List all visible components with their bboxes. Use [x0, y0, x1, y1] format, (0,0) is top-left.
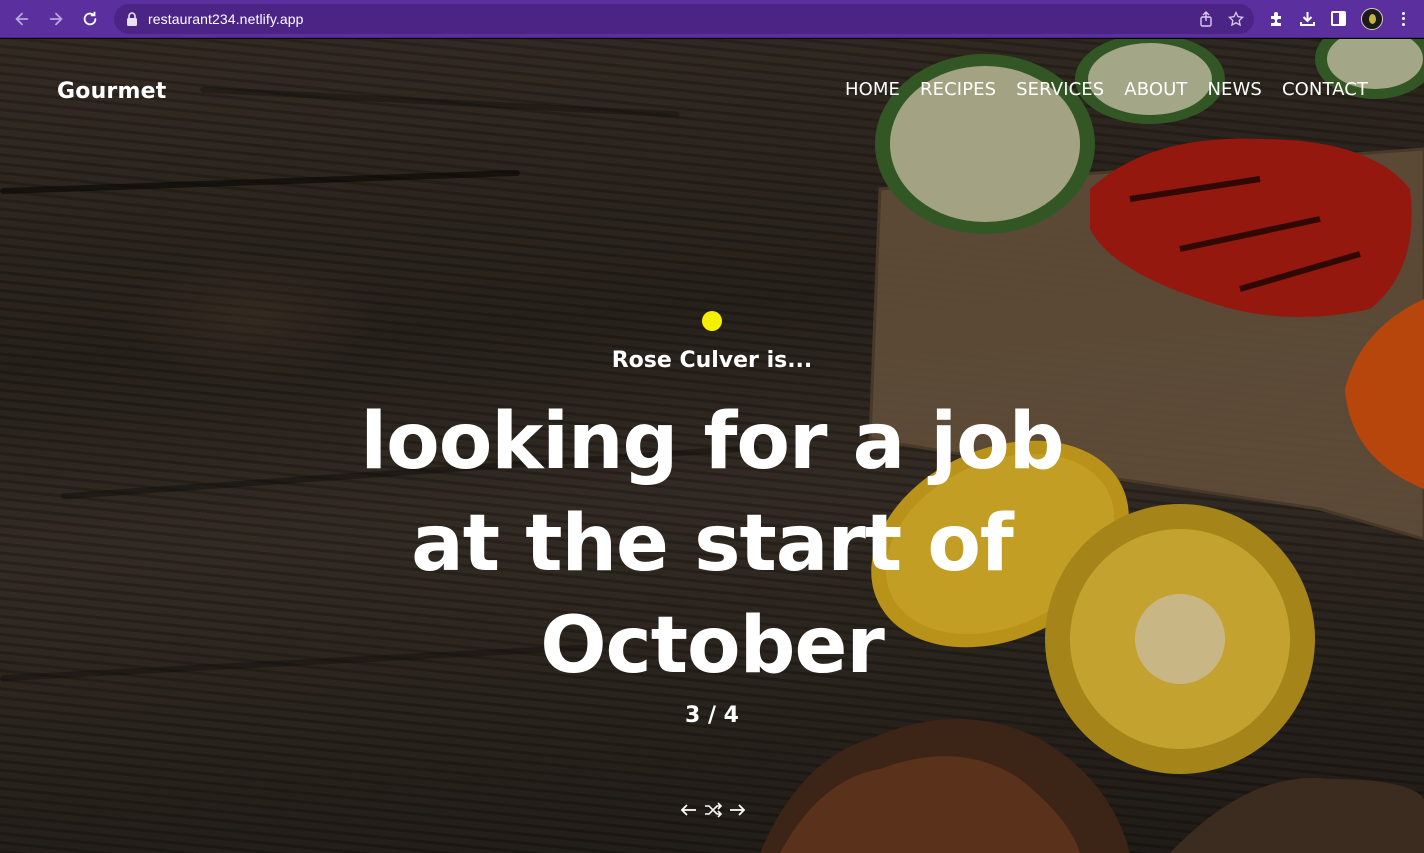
nav-about[interactable]: ABOUT [1124, 79, 1187, 100]
url-text: restaurant234.netlify.app [148, 10, 304, 27]
hero-lead-text: Rose Culver is... [611, 348, 813, 373]
brand-logo[interactable]: Gourmet [57, 79, 166, 104]
nav-recipes[interactable]: RECIPES [920, 79, 996, 100]
shuffle-icon [705, 802, 723, 818]
hero-section: Gourmet HOME RECIPES SERVICES ABOUT NEWS… [0, 39, 1424, 853]
back-button[interactable] [6, 3, 38, 35]
share-icon[interactable] [1198, 10, 1214, 27]
next-slide-button[interactable] [726, 799, 748, 821]
arrow-right-icon [730, 804, 746, 816]
forward-icon [49, 12, 63, 25]
nav-news[interactable]: NEWS [1207, 79, 1261, 100]
download-icon[interactable] [1299, 10, 1316, 27]
nav-home[interactable]: HOME [845, 79, 900, 100]
shuffle-button[interactable] [702, 799, 724, 821]
main-navigation: HOME RECIPES SERVICES ABOUT NEWS CONTACT [845, 79, 1368, 100]
nav-services[interactable]: SERVICES [1016, 79, 1104, 100]
slide-counter: 3 / 4 [685, 703, 739, 728]
reload-button[interactable] [74, 3, 106, 35]
reload-icon [83, 11, 97, 25]
address-bar[interactable]: restaurant234.netlify.app [114, 3, 1254, 34]
sidepanel-icon[interactable] [1330, 10, 1347, 27]
menu-icon[interactable] [1395, 10, 1411, 28]
back-icon [15, 12, 29, 25]
accent-dot [702, 311, 722, 331]
profile-avatar[interactable] [1361, 7, 1383, 30]
lock-icon [127, 11, 137, 26]
browser-toolbar: restaurant234.netlify.app [0, 0, 1424, 38]
slider-controls [678, 799, 748, 821]
arrow-left-icon [680, 804, 696, 816]
bookmark-star-icon[interactable] [1228, 10, 1244, 27]
hero-headline: looking for a job at the start of Octobe… [360, 397, 1064, 691]
extensions-icon[interactable] [1268, 10, 1285, 27]
nav-contact[interactable]: CONTACT [1282, 79, 1368, 100]
forward-button[interactable] [40, 3, 72, 35]
prev-slide-button[interactable] [678, 799, 700, 821]
